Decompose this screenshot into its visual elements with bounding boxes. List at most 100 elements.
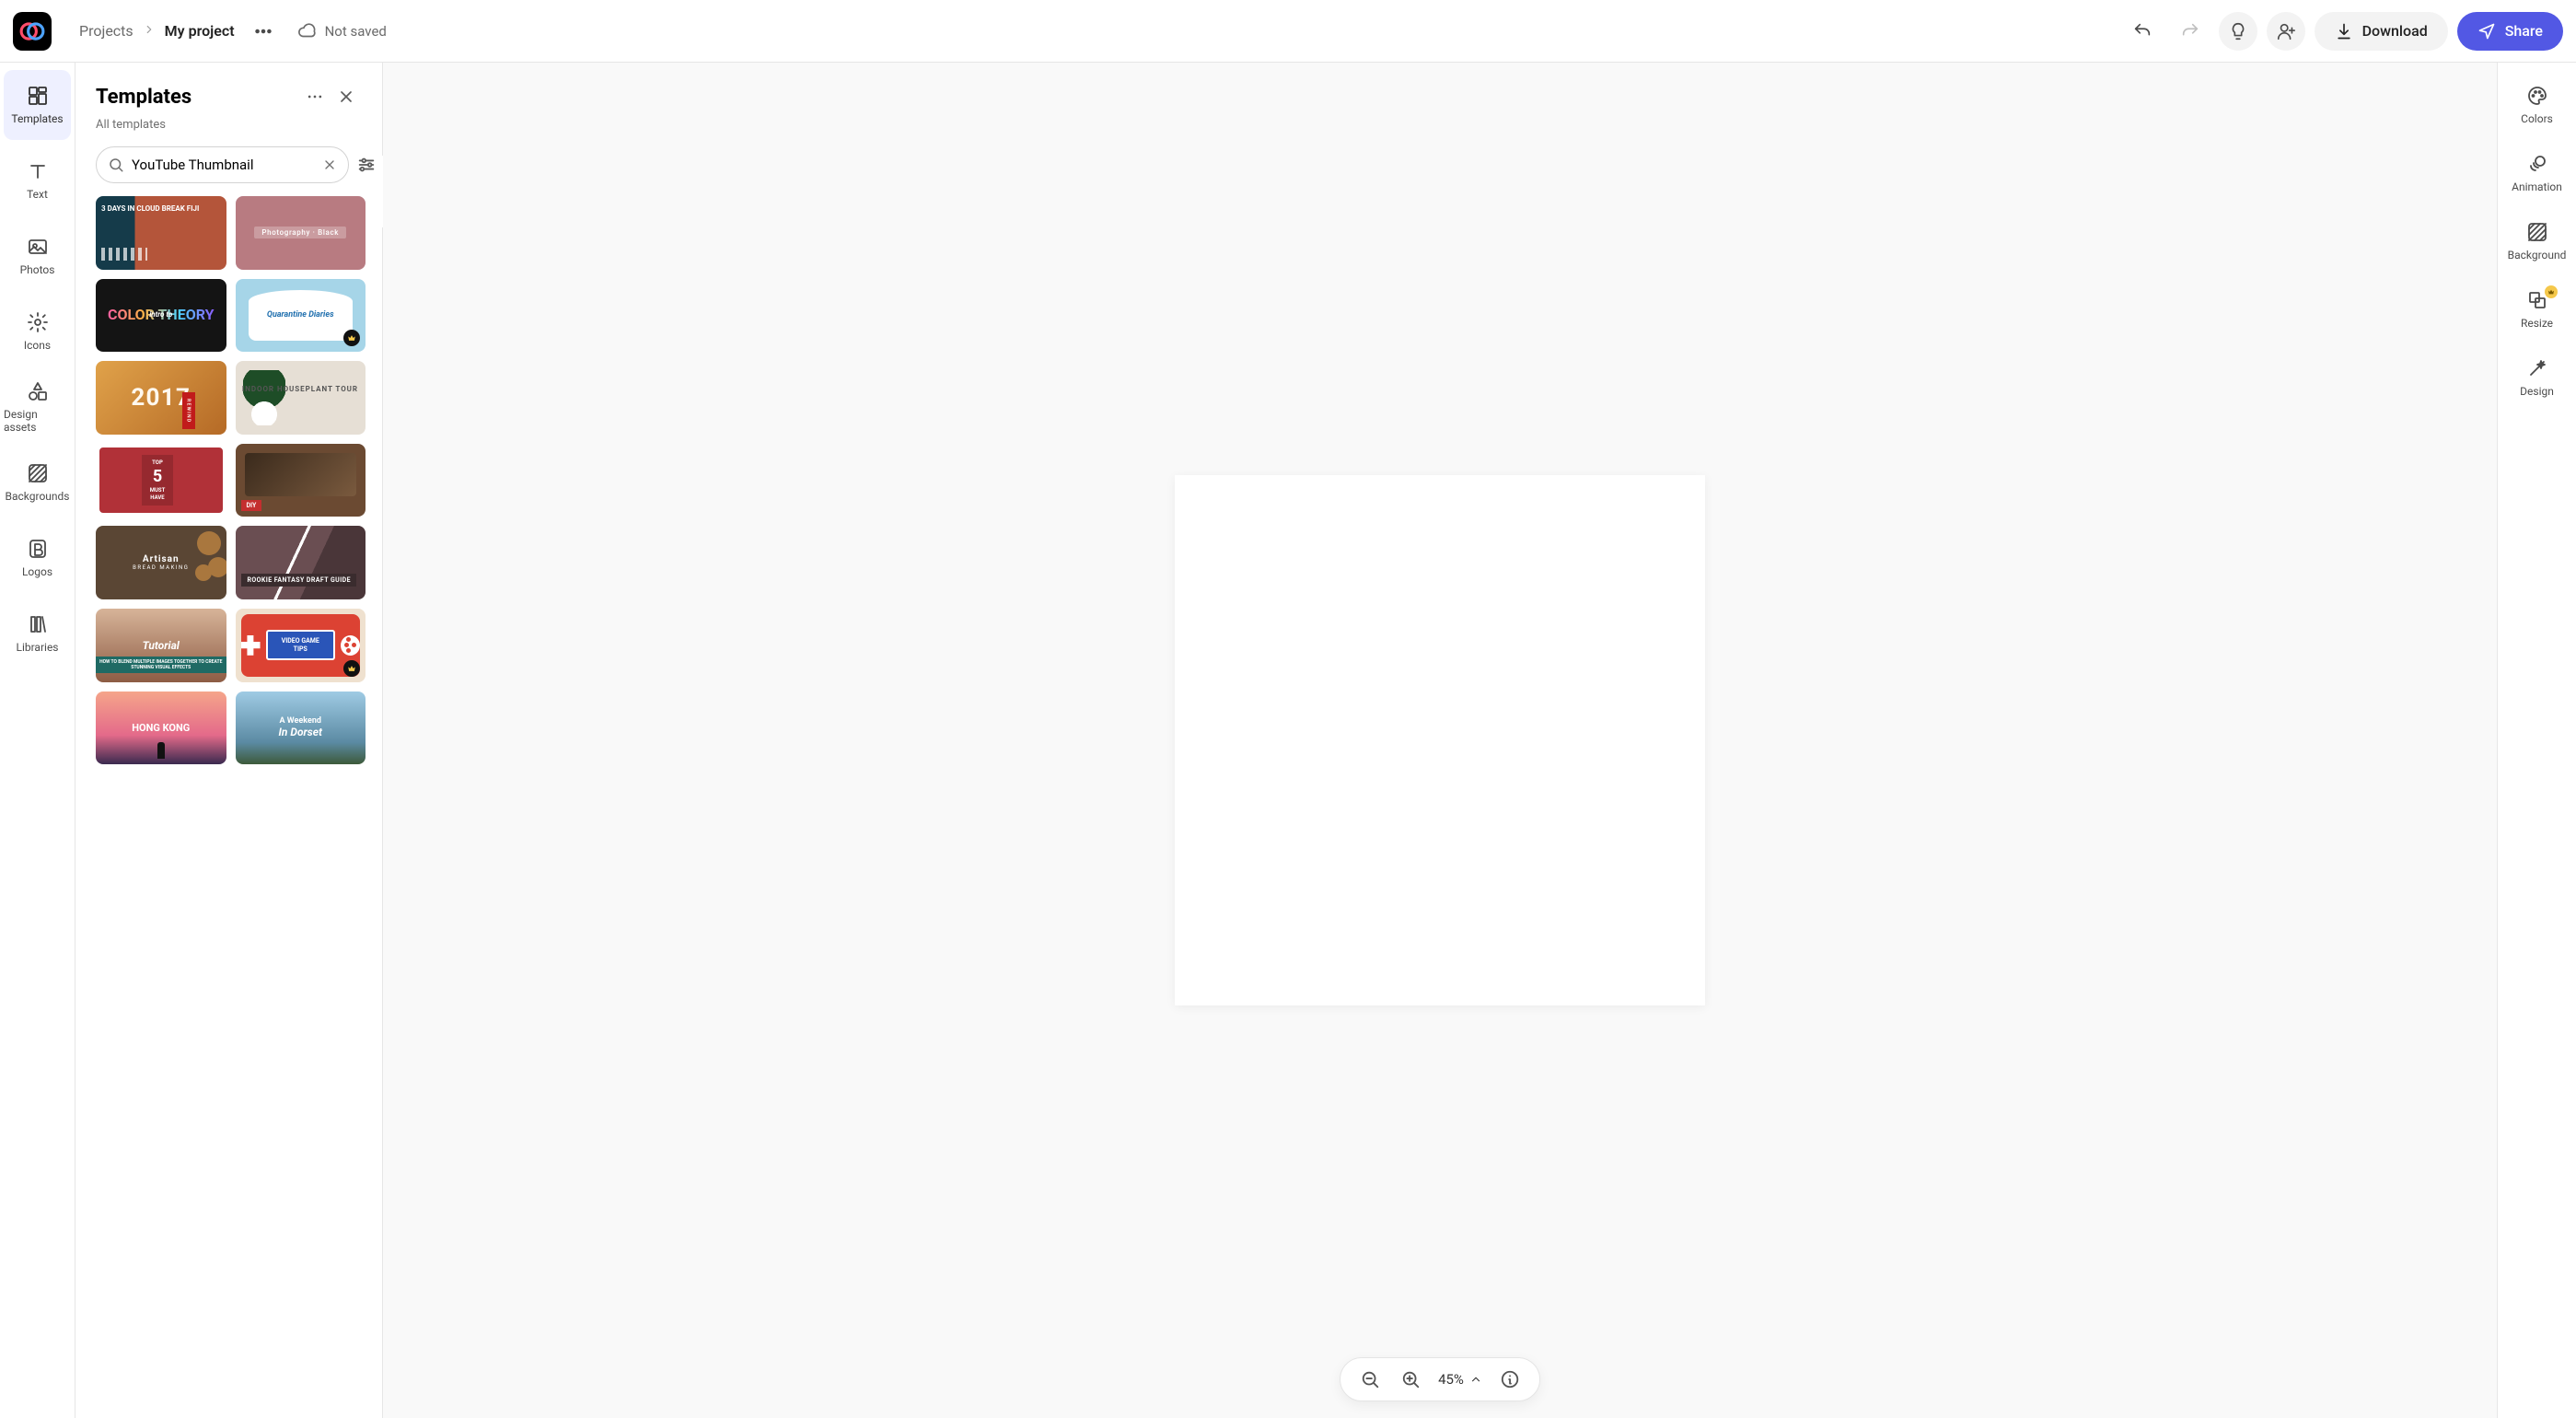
canvas-area[interactable]: 45% [383,63,2497,1418]
rail-label: Design assets [4,408,71,434]
zoom-out-button[interactable] [1357,1366,1383,1392]
template-card[interactable]: 3 DAYS IN CLOUD BREAK FIJI [96,196,226,270]
template-card[interactable]: Quarantine Diaries [236,279,366,353]
rail-design-assets[interactable]: Design assets [4,372,71,442]
zoom-info-button[interactable] [1497,1366,1523,1392]
panel-subtitle: All templates [75,118,382,141]
sliders-icon [356,155,377,175]
prop-label: Resize [2521,317,2553,330]
share-button[interactable]: Share [2457,12,2563,51]
cloud-icon [297,21,318,41]
filter-button[interactable] [356,148,377,181]
zoom-value[interactable]: 45% [1438,1371,1482,1388]
premium-badge [343,330,360,346]
prop-colors[interactable]: Colors [2498,72,2576,138]
template-card[interactable]: INDOOR HOUSEPLANT TOUR [236,361,366,435]
rail-libraries[interactable]: Libraries [4,599,71,668]
rail-backgrounds[interactable]: Backgrounds [4,447,71,517]
template-title: 3 DAYS IN CLOUD BREAK FIJI [101,205,199,214]
photos-icon [27,236,49,258]
template-card[interactable]: A Weekend In Dorset [236,692,366,765]
artboard[interactable] [1175,475,1705,1005]
prop-label: Design [2520,385,2554,398]
rail-label: Logos [22,565,52,578]
save-status-text: Not saved [325,23,387,40]
template-card[interactable]: DIY [236,444,366,517]
rail-icons[interactable]: Icons [4,296,71,366]
save-status: Not saved [297,21,387,41]
template-card[interactable]: VIDEO GAME TIPS [236,609,366,682]
template-title: Photography · Black [254,227,346,238]
undo-button[interactable] [2123,12,2162,51]
rail-photos[interactable]: Photos [4,221,71,291]
panel-close-button[interactable] [331,81,362,112]
template-card[interactable]: Tutorial HOW TO BLEND MULTIPLE IMAGES TO… [96,609,226,682]
zoom-out-icon [1360,1369,1380,1389]
redo-icon [2180,21,2200,41]
rail-logos[interactable]: Logos [4,523,71,593]
prop-background[interactable]: Background [2498,208,2576,274]
template-title: HONG KONG [132,722,190,734]
templates-icon [27,85,49,107]
prop-design[interactable]: Design [2498,344,2576,411]
template-card[interactable]: HONG KONG [96,692,226,765]
template-subtitle: BREAD MAKING [133,564,189,571]
wand-icon [2526,357,2548,379]
text-icon [27,160,49,182]
rail-label: Libraries [16,641,58,654]
template-card[interactable]: ROOKIE FANTASY DRAFT GUIDE [236,526,366,599]
template-title: Tutorial [143,639,180,652]
template-card[interactable]: COLOR THEORY intro to [96,279,226,353]
template-scroll[interactable]: 3 DAYS IN CLOUD BREAK FIJI Photography ·… [75,196,382,1418]
premium-indicator [2545,285,2558,298]
chevron-right-icon [143,22,156,40]
prop-resize[interactable]: Resize [2498,276,2576,343]
gear-icon [27,311,49,333]
rail-label: Templates [11,112,63,125]
properties-rail: Colors Animation Background Resize Desig… [2497,63,2576,1418]
search-input[interactable] [132,157,315,173]
template-big: 5 [153,467,162,486]
template-card[interactable]: TOP5MUSTHAVE [96,444,226,517]
add-user-icon [2276,21,2296,41]
clear-search-button[interactable] [322,157,337,172]
send-icon [2477,22,2496,41]
template-title: Quarantine Diaries [267,310,334,320]
template-title: Artisan [143,554,180,564]
crown-icon [347,664,356,673]
shapes-icon [27,380,49,402]
template-badge: REWIND [182,392,195,429]
download-icon [2335,22,2353,41]
template-card[interactable]: Photography · Black [236,196,366,270]
prop-label: Colors [2521,112,2553,125]
rail-label: Backgrounds [6,490,70,503]
prop-label: Background [2508,249,2567,262]
top-bar: Projects My project Not saved Download S… [0,0,2576,63]
prop-animation[interactable]: Animation [2498,140,2576,206]
download-button[interactable]: Download [2315,12,2448,51]
breadcrumb-root[interactable]: Projects [79,22,133,40]
project-name[interactable]: My project [165,22,235,40]
rail-text[interactable]: Text [4,145,71,215]
search-box[interactable] [96,146,349,183]
close-icon [322,157,337,172]
more-options-button[interactable] [244,12,283,51]
share-label: Share [2505,22,2543,40]
rail-label: Photos [20,263,55,276]
template-card[interactable]: Artisan BREAD MAKING [96,526,226,599]
template-subtitle: HOW TO BLEND MULTIPLE IMAGES TOGETHER TO… [96,657,226,673]
collaborate-button[interactable] [2267,12,2305,51]
main-area: Templates Text Photos Icons Design asset… [0,63,2576,1418]
rail-templates[interactable]: Templates [4,70,71,140]
template-card[interactable]: 2017 REWIND [96,361,226,435]
help-button[interactable] [2219,12,2257,51]
redo-button[interactable] [2171,12,2210,51]
undo-icon [2132,21,2152,41]
template-grid: 3 DAYS IN CLOUD BREAK FIJI Photography ·… [96,196,366,764]
zoom-in-button[interactable] [1398,1366,1423,1392]
hatch-icon [27,462,49,484]
palette-icon [2526,85,2548,107]
panel-more-button[interactable] [299,81,331,112]
app-logo[interactable] [13,12,52,51]
breadcrumb: Projects My project [79,22,235,40]
